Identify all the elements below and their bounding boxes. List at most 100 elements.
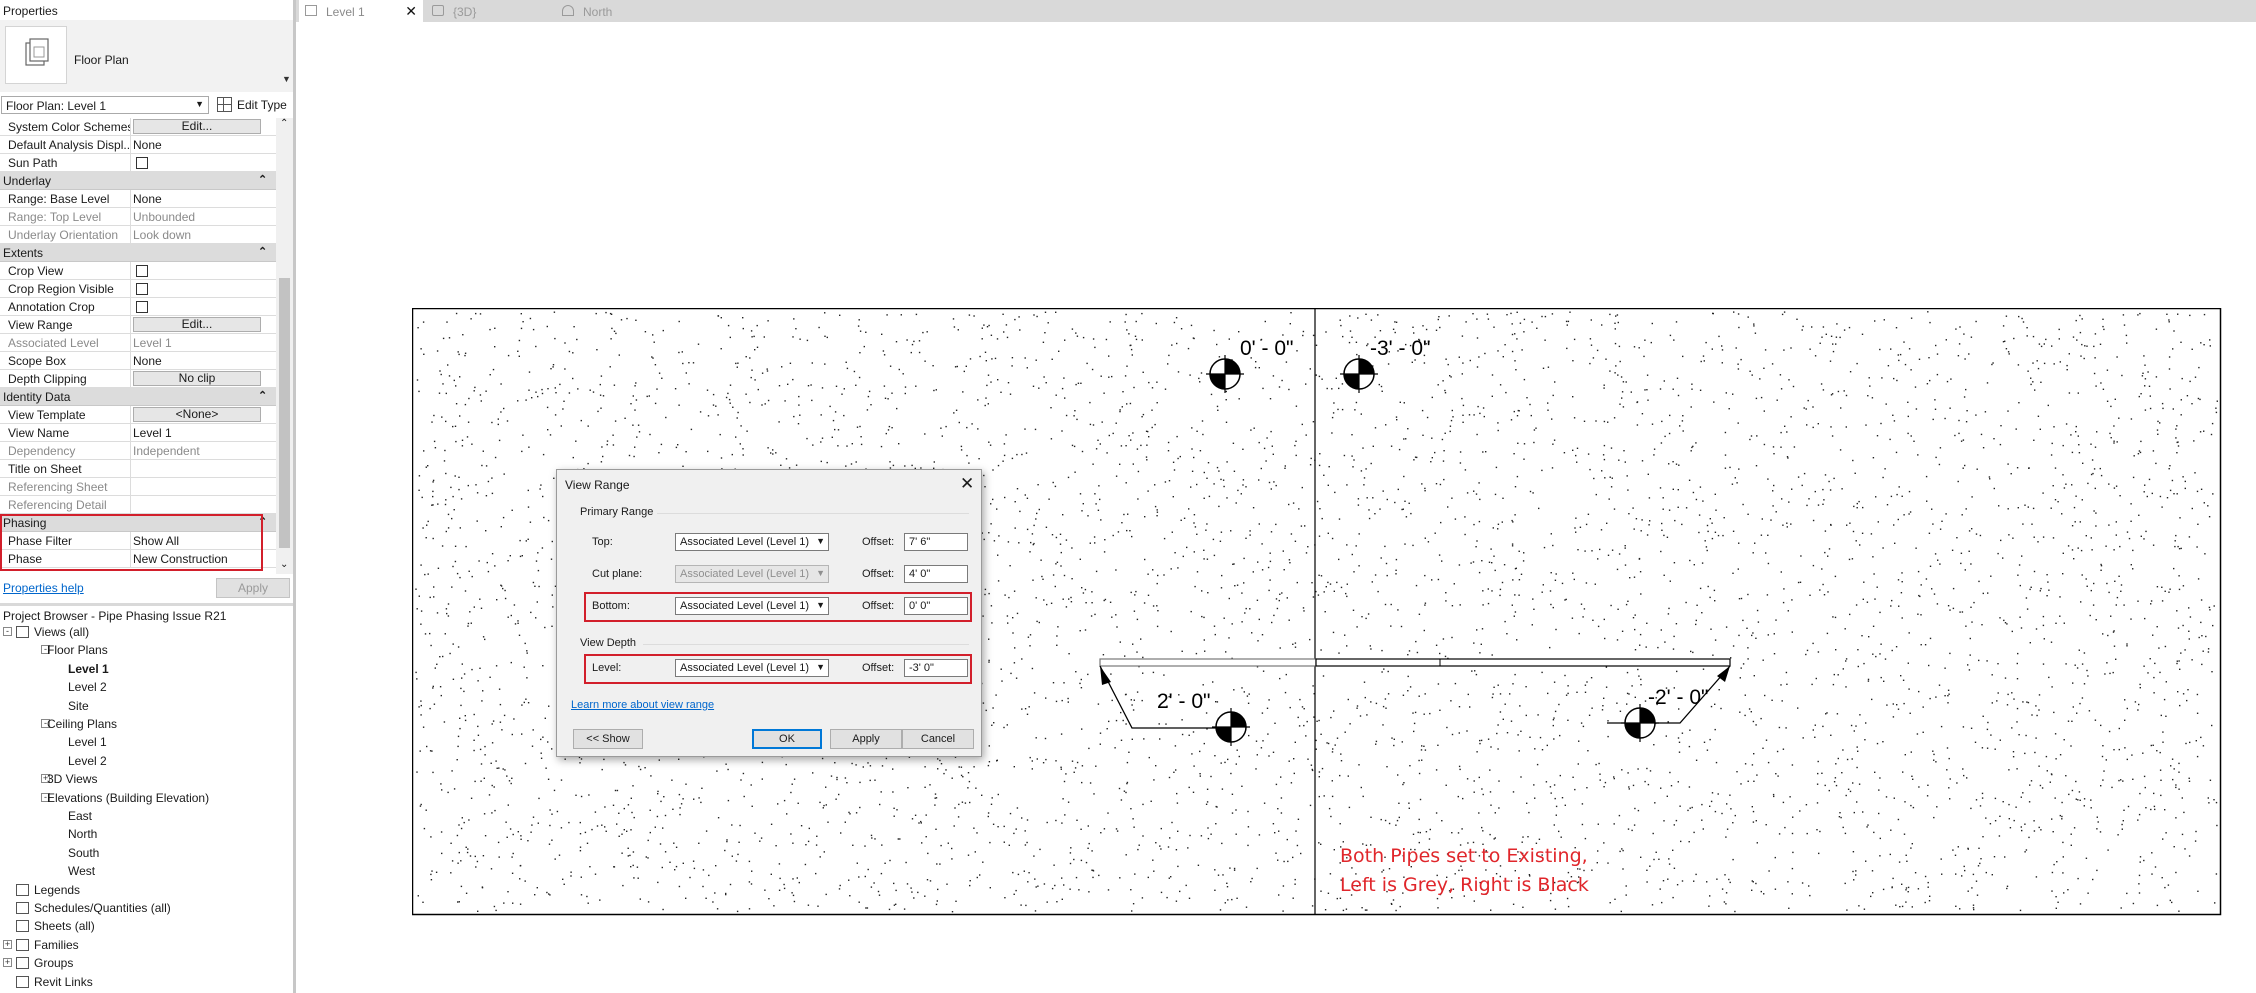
- browser-item-3d-views[interactable]: +3D Views: [3, 771, 283, 789]
- hatch-dot: [1547, 692, 1549, 695]
- property-value[interactable]: Level 1: [133, 426, 263, 440]
- view-selector-dropdown[interactable]: Floor Plan: Level 1 ▼: [1, 96, 209, 114]
- properties-help-link[interactable]: Properties help: [3, 581, 84, 595]
- hatch-dot: [1836, 323, 1838, 325]
- property-checkbox[interactable]: [136, 157, 148, 169]
- category-extents[interactable]: Extents ⌃: [0, 244, 276, 262]
- hatch-dot: [580, 876, 582, 878]
- properties-scrollbar[interactable]: ⌃ ⌄: [276, 118, 293, 574]
- browser-item-ceiling-plans[interactable]: - Ceiling Plans: [3, 716, 283, 734]
- hatch-dot: [1929, 321, 1931, 324]
- hatch-dot: [2039, 428, 2041, 430]
- edit-type-button[interactable]: Edit Type: [215, 96, 287, 114]
- hatch-dot: [1012, 632, 1014, 634]
- tab-north[interactable]: North: [556, 0, 666, 22]
- hatch-dot: [1445, 784, 1447, 786]
- browser-item-schedules-quantities-all[interactable]: Schedules/Quantities (all): [3, 900, 283, 918]
- category-identity-data[interactable]: Identity Data ⌃: [0, 388, 276, 406]
- browser-item-south[interactable]: South: [3, 845, 283, 863]
- property-button[interactable]: No clip: [133, 371, 261, 386]
- hatch-dot: [1573, 578, 1575, 581]
- panel-divider[interactable]: [0, 603, 293, 606]
- hatch-dot: [1993, 856, 1996, 858]
- hatch-dot: [1163, 537, 1166, 540]
- hatch-dot: [737, 362, 739, 364]
- hatch-dot: [1501, 521, 1503, 523]
- hatch-dot: [1413, 722, 1416, 725]
- scrollbar-thumb[interactable]: [279, 278, 290, 548]
- hatch-dot: [1677, 737, 1680, 739]
- hatch-dot: [2005, 315, 2008, 317]
- tab-level-1[interactable]: Level 1 ✕: [299, 0, 423, 22]
- browser-item-revit-links[interactable]: Revit Links: [3, 974, 283, 992]
- hatch-dot: [1828, 480, 1830, 483]
- browser-item-level-1[interactable]: Level 1: [3, 661, 283, 679]
- hatch-dot: [1418, 818, 1420, 821]
- hatch-dot: [1967, 890, 1969, 892]
- type-selector[interactable]: Floor Plan ▼: [0, 20, 293, 92]
- chevron-down-icon[interactable]: ▼: [282, 74, 291, 84]
- hatch-dot: [1006, 615, 1009, 617]
- browser-item-families[interactable]: + Families: [3, 937, 283, 955]
- hatch-dot: [1055, 536, 1058, 539]
- browser-item-site[interactable]: Site: [3, 698, 283, 716]
- property-button[interactable]: <None>: [133, 407, 261, 422]
- hatch-dot: [2036, 714, 2038, 717]
- browser-item-west[interactable]: West: [3, 863, 283, 881]
- hatch-dot: [2067, 889, 2069, 891]
- collapse-icon[interactable]: ⌃: [258, 245, 267, 258]
- property-checkbox[interactable]: [136, 301, 148, 313]
- hatch-dot: [1599, 779, 1601, 781]
- hatch-dot: [2176, 610, 2178, 612]
- browser-item-east[interactable]: East: [3, 808, 283, 826]
- tab-3d[interactable]: {3D}: [426, 0, 536, 22]
- apply-button[interactable]: Apply: [216, 578, 290, 598]
- category-underlay[interactable]: Underlay ⌃: [0, 172, 276, 190]
- hatch-dot: [1429, 828, 1431, 831]
- browser-item-views-all[interactable]: - Views (all): [3, 624, 283, 642]
- property-value[interactable]: None: [133, 192, 263, 206]
- browser-item-groups[interactable]: + Groups: [3, 955, 283, 973]
- hatch-dot: [2113, 749, 2115, 751]
- hatch-dot: [1522, 906, 1524, 908]
- collapse-icon[interactable]: ⌃: [258, 173, 267, 186]
- hatch-dot: [1399, 401, 1401, 403]
- hatch-dot: [531, 745, 534, 747]
- hatch-dot: [960, 445, 963, 448]
- hatch-dot: [1736, 771, 1738, 773]
- scroll-up-icon[interactable]: ⌃: [280, 118, 288, 129]
- browser-item-sheets-all[interactable]: Sheets (all): [3, 918, 283, 936]
- expand-icon[interactable]: +: [3, 939, 12, 949]
- property-button[interactable]: Edit...: [133, 119, 261, 134]
- hatch-dot: [1301, 706, 1304, 708]
- browser-item-level-2[interactable]: Level 2: [3, 679, 283, 697]
- hatch-dot: [1487, 318, 1490, 320]
- hatch-dot: [1542, 367, 1545, 369]
- hatch-dot: [2087, 892, 2089, 894]
- expand-icon[interactable]: +: [3, 958, 12, 968]
- hatch-dot: [433, 414, 435, 417]
- hatch-dot: [1280, 797, 1283, 799]
- property-button[interactable]: Edit...: [133, 317, 261, 332]
- hatch-dot: [654, 826, 656, 828]
- hatch-dot: [792, 378, 794, 381]
- browser-item-floor-plans[interactable]: - Floor Plans: [3, 642, 283, 660]
- hatch-dot: [2181, 377, 2183, 380]
- browser-item-elevations-building-elevation[interactable]: - Elevations (Building Elevation): [3, 790, 283, 808]
- close-icon[interactable]: ✕: [405, 3, 417, 20]
- browser-item-north[interactable]: North: [3, 826, 283, 844]
- collapse-icon[interactable]: -: [3, 627, 12, 636]
- hatch-dot: [1907, 401, 1909, 403]
- browser-item-level-2[interactable]: Level 2: [3, 753, 283, 771]
- property-checkbox[interactable]: [136, 283, 148, 295]
- browser-item-level-1[interactable]: Level 1: [3, 734, 283, 752]
- property-checkbox[interactable]: [136, 265, 148, 277]
- property-value: Look down: [133, 228, 192, 242]
- collapse-icon[interactable]: ⌃: [258, 389, 267, 402]
- property-value[interactable]: None: [133, 138, 263, 152]
- hatch-dot: [1313, 716, 1315, 718]
- browser-item-legends[interactable]: Legends: [3, 882, 283, 900]
- hatch-dot: [1837, 757, 1839, 760]
- scroll-down-icon[interactable]: ⌄: [280, 559, 288, 570]
- property-value[interactable]: None: [133, 354, 263, 368]
